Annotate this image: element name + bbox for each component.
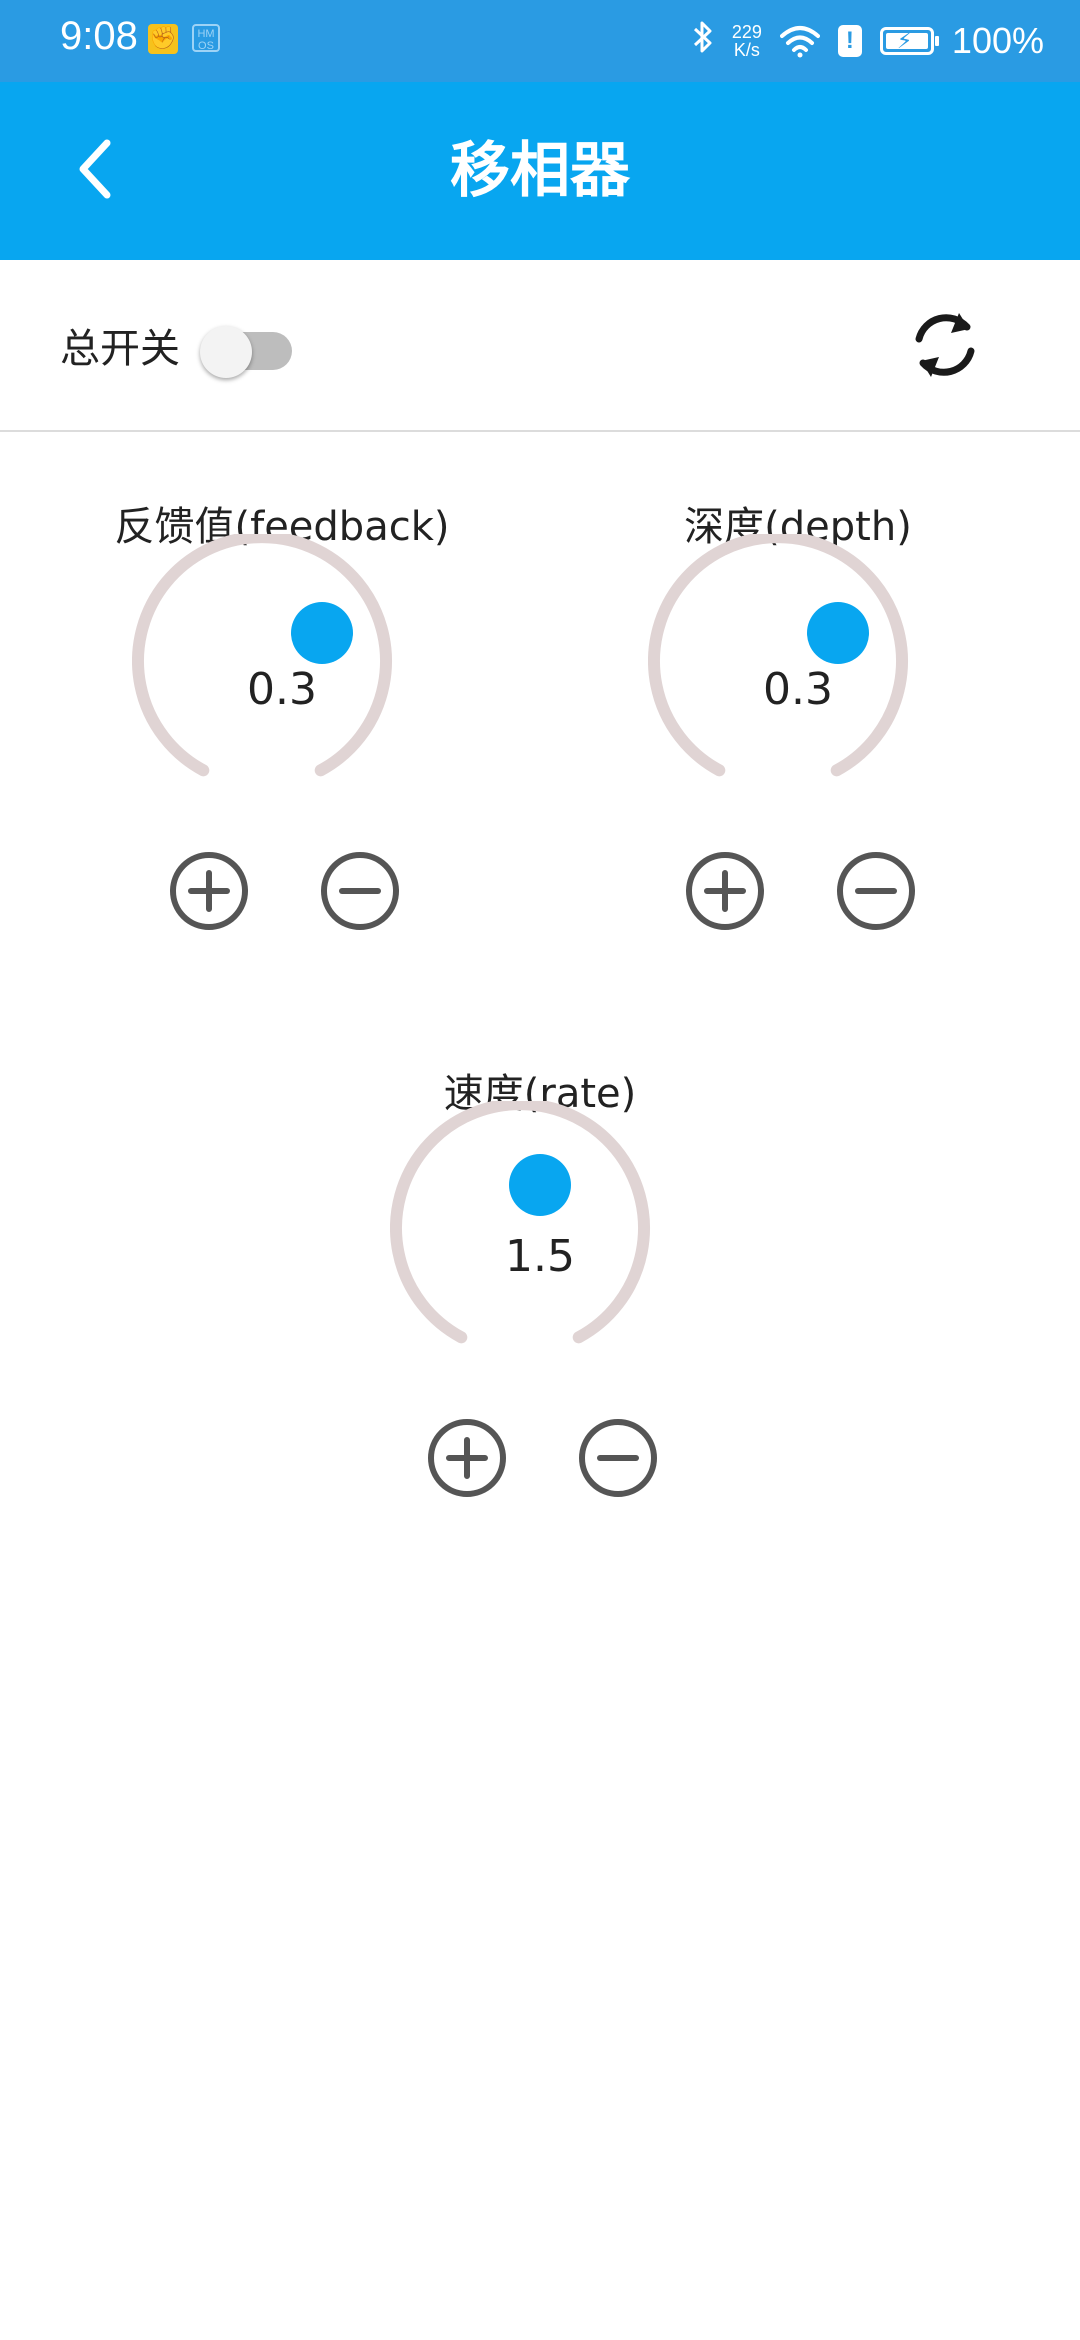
rate-dial[interactable]: 1.5 bbox=[390, 1101, 690, 1381]
rate-increase-button[interactable] bbox=[425, 1416, 509, 1500]
reset-button[interactable] bbox=[900, 300, 990, 390]
depth-dial[interactable]: 0.3 bbox=[648, 534, 948, 814]
rate-decrease-button[interactable] bbox=[576, 1416, 660, 1500]
master-switch-label: 总开关 bbox=[60, 326, 180, 372]
bluetooth-icon bbox=[692, 19, 714, 64]
alert-icon: ! bbox=[837, 25, 862, 57]
battery-percent: 100% bbox=[951, 20, 1044, 61]
battery-icon: ⚡ bbox=[879, 27, 939, 55]
dial-handle[interactable] bbox=[291, 602, 353, 664]
knob-feedback: 反馈值(feedback) 0.3 bbox=[82, 494, 482, 954]
chevron-left-icon bbox=[79, 139, 111, 199]
network-speed: 229 K/s bbox=[732, 23, 762, 59]
plus-circle-icon bbox=[170, 852, 248, 930]
knob-feedback-value: 0.3 bbox=[247, 664, 317, 715]
app-bar: 移相器 bbox=[0, 82, 1080, 260]
minus-circle-icon bbox=[579, 1419, 657, 1497]
network-speed-value: 229 bbox=[731, 22, 762, 42]
feedback-dial[interactable]: 0.3 bbox=[132, 534, 432, 814]
plus-circle-icon bbox=[686, 852, 764, 930]
knob-depth: 深度(depth) 0.3 bbox=[598, 494, 998, 954]
knob-depth-value: 0.3 bbox=[763, 664, 833, 715]
hmos-icon: HM OS bbox=[192, 24, 220, 52]
feedback-decrease-button[interactable] bbox=[318, 849, 402, 933]
page-title: 移相器 bbox=[450, 136, 630, 206]
wifi-icon bbox=[779, 24, 820, 58]
toggle-thumb bbox=[200, 326, 252, 378]
plus-circle-icon bbox=[428, 1419, 506, 1497]
depth-increase-button[interactable] bbox=[683, 849, 767, 933]
feedback-increase-button[interactable] bbox=[167, 849, 251, 933]
knob-rate-value: 1.5 bbox=[505, 1231, 575, 1282]
depth-decrease-button[interactable] bbox=[834, 849, 918, 933]
status-time: 9:08 bbox=[60, 14, 138, 58]
clapper-icon: ✊ bbox=[148, 24, 178, 54]
minus-circle-icon bbox=[837, 852, 915, 930]
dial-handle[interactable] bbox=[509, 1154, 571, 1216]
network-speed-unit: K/s bbox=[733, 40, 760, 60]
refresh-icon bbox=[915, 313, 975, 377]
minus-circle-icon bbox=[321, 852, 399, 930]
status-icons: 229 K/s ! ⚡ 100% bbox=[692, 14, 1044, 68]
dial-handle[interactable] bbox=[807, 602, 869, 664]
status-bar: 9:08 ✊ HM OS 229 K/s ! ⚡ 100% bbox=[0, 0, 1080, 82]
knob-rate: 速度(rate) 1.5 bbox=[340, 1061, 740, 1521]
back-button[interactable] bbox=[50, 124, 140, 214]
master-switch-toggle[interactable] bbox=[200, 326, 292, 378]
